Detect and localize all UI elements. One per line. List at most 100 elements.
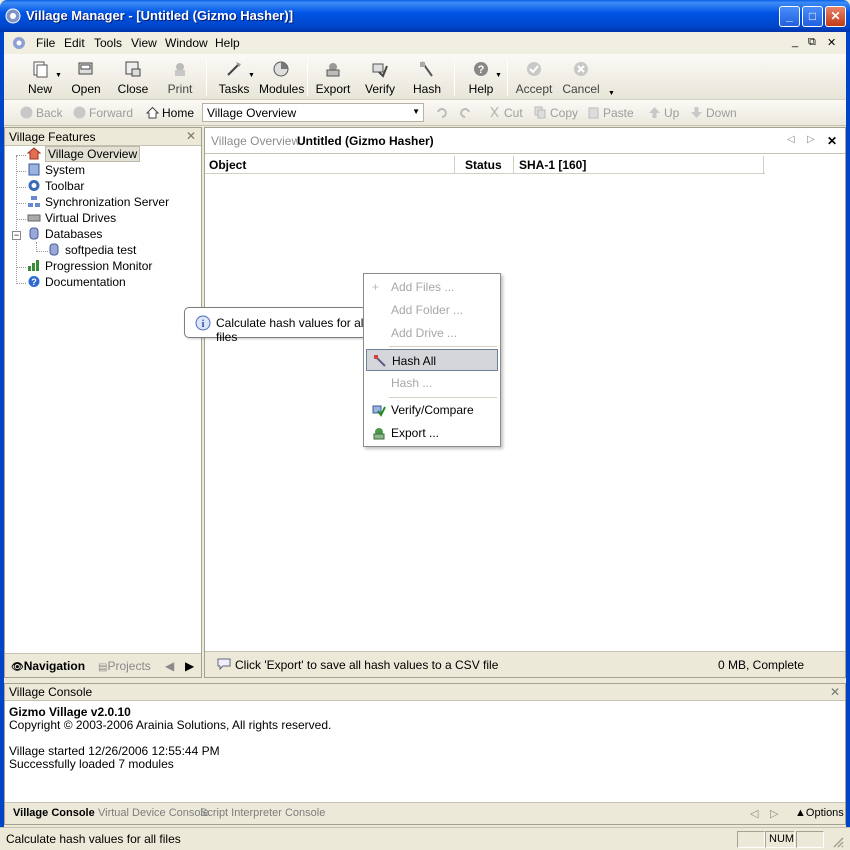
tab-projects[interactable]: ▤Projects bbox=[98, 659, 151, 673]
cut-button[interactable]: Cut bbox=[488, 106, 523, 120]
close-doc-button[interactable]: Close bbox=[111, 56, 155, 98]
tree-item-system[interactable]: System bbox=[27, 163, 85, 177]
tab-script-interpreter-console[interactable]: Script Interpreter Console bbox=[200, 807, 325, 819]
forward-button[interactable]: Forward bbox=[73, 106, 133, 120]
close-document-button[interactable]: ✕ bbox=[827, 134, 837, 148]
export-button[interactable]: Export bbox=[311, 56, 355, 98]
title-bar[interactable]: Village Manager - [Untitled (Gizmo Hashe… bbox=[0, 0, 850, 32]
tree-item-village-overview[interactable]: Village Overview bbox=[27, 146, 141, 162]
menu-export[interactable]: Export ... bbox=[366, 422, 498, 444]
app-icon[interactable] bbox=[5, 8, 21, 24]
menu-separator bbox=[389, 397, 497, 398]
tree-item-virtual-drives[interactable]: Virtual Drives bbox=[27, 211, 116, 225]
menu-verify-compare[interactable]: Verify/Compare bbox=[366, 399, 498, 421]
menu-edit[interactable]: Edit bbox=[64, 36, 85, 50]
doc-icon[interactable] bbox=[12, 36, 26, 50]
tab-village-overview[interactable]: Village Overview bbox=[211, 134, 300, 148]
svg-text:?: ? bbox=[31, 277, 37, 287]
console-line: Gizmo Village v2.0.10 bbox=[9, 705, 131, 719]
home-icon bbox=[146, 106, 159, 119]
mdi-minimize-button[interactable]: _ bbox=[792, 36, 798, 48]
tree-item-documentation[interactable]: ? Documentation bbox=[27, 275, 126, 289]
back-label: Back bbox=[36, 106, 63, 120]
databases-collapse-toggle[interactable]: − bbox=[12, 231, 21, 240]
resize-grip-icon[interactable] bbox=[832, 836, 844, 848]
column-separator[interactable] bbox=[513, 156, 514, 174]
tabs-prev-button[interactable]: ◁ bbox=[787, 134, 795, 145]
up-button[interactable]: Up bbox=[648, 106, 679, 120]
pane-close-button[interactable]: ✕ bbox=[186, 129, 196, 143]
tree-label: Progression Monitor bbox=[45, 259, 153, 273]
tabs-scroll-right-button[interactable]: ▶ bbox=[185, 659, 194, 673]
tree-label: Toolbar bbox=[45, 179, 85, 193]
tab-village-console[interactable]: Village Console bbox=[13, 807, 95, 819]
tasks-dropdown-icon[interactable]: ▼ bbox=[248, 72, 255, 79]
close-doc-label: Close bbox=[117, 82, 149, 96]
paste-icon bbox=[588, 107, 599, 119]
column-separator[interactable] bbox=[454, 156, 455, 174]
print-button[interactable]: Print bbox=[158, 56, 202, 98]
paste-button[interactable]: Paste bbox=[587, 106, 634, 120]
verify-button[interactable]: Verify bbox=[358, 56, 402, 98]
cancel-label: Cancel bbox=[562, 82, 600, 96]
menu-hash-all[interactable]: Hash All bbox=[366, 349, 498, 371]
column-status[interactable]: Status bbox=[465, 158, 502, 172]
hash-all-icon bbox=[374, 355, 386, 367]
back-button[interactable]: Back bbox=[20, 106, 63, 120]
modules-button[interactable]: Modules bbox=[259, 56, 304, 98]
window-frame-right bbox=[846, 32, 850, 850]
column-sha1[interactable]: SHA-1 [160] bbox=[519, 158, 586, 172]
console-close-button[interactable]: ✕ bbox=[830, 685, 840, 699]
menu-add-folder[interactable]: Add Folder ... bbox=[366, 299, 498, 321]
minimize-button[interactable]: _ bbox=[779, 6, 800, 27]
tabs-scroll-left-button[interactable]: ◀ bbox=[165, 659, 174, 673]
tree-item-toolbar[interactable]: Toolbar bbox=[27, 179, 84, 193]
pane-footer-tabs: 👁Navigation ▤Projects ◀ ▶ bbox=[5, 653, 201, 677]
tree-item-databases[interactable]: Databases bbox=[27, 227, 102, 241]
cancel-button[interactable]: Cancel bbox=[559, 56, 603, 98]
down-arrow-icon bbox=[691, 107, 702, 118]
tree-item-synchronization-server[interactable]: Synchronization Server bbox=[27, 195, 169, 209]
new-dropdown-icon[interactable]: ▼ bbox=[55, 72, 62, 79]
tree-item-softpedia-test[interactable]: softpedia test bbox=[47, 243, 136, 257]
tabs-next-button[interactable]: ▷ bbox=[807, 134, 815, 145]
menu-window[interactable]: Window bbox=[165, 36, 208, 50]
accept-button[interactable]: Accept bbox=[512, 56, 556, 98]
menu-file[interactable]: File bbox=[36, 36, 55, 50]
tooltip-text: Calculate hash values for all files bbox=[216, 316, 367, 344]
tree-label: softpedia test bbox=[65, 243, 137, 257]
toolbar-separator bbox=[307, 58, 308, 96]
menu-add-drive[interactable]: Add Drive ... bbox=[366, 322, 498, 344]
down-button[interactable]: Down bbox=[690, 106, 737, 120]
tab-untitled-gizmo-hasher[interactable]: Untitled (Gizmo Hasher) bbox=[297, 134, 434, 148]
console-tabs-next-button[interactable]: ▷ bbox=[770, 807, 778, 820]
redo-button[interactable] bbox=[458, 106, 474, 120]
menu-label: Add Drive ... bbox=[391, 326, 458, 340]
open-button[interactable]: Open bbox=[64, 56, 108, 98]
copy-button[interactable]: Copy bbox=[534, 106, 578, 120]
hash-button[interactable]: Hash bbox=[405, 56, 449, 98]
close-window-button[interactable]: ✕ bbox=[825, 6, 846, 27]
menu-view[interactable]: View bbox=[131, 36, 157, 50]
mdi-restore-button[interactable]: ⧉ bbox=[808, 36, 816, 49]
console-tabs-prev-button[interactable]: ◁ bbox=[750, 807, 758, 820]
address-dropdown-icon[interactable]: ▼ bbox=[412, 107, 420, 116]
tab-navigation[interactable]: 👁Navigation bbox=[11, 659, 85, 673]
tree-item-progression-monitor[interactable]: Progression Monitor bbox=[27, 259, 152, 273]
help-dropdown-icon[interactable]: ▼ bbox=[495, 72, 502, 79]
column-separator[interactable] bbox=[763, 156, 764, 174]
menu-help[interactable]: Help bbox=[215, 36, 240, 50]
toolbar-overflow-icon[interactable]: ▼ bbox=[608, 90, 615, 97]
menu-hash[interactable]: Hash ... bbox=[366, 372, 498, 394]
mdi-close-button[interactable]: ✕ bbox=[827, 36, 836, 49]
maximize-button[interactable]: □ bbox=[802, 6, 823, 27]
menu-tools[interactable]: Tools bbox=[94, 36, 122, 50]
address-combo[interactable]: Village Overview ▼ bbox=[202, 103, 424, 122]
column-object[interactable]: Object bbox=[209, 158, 246, 172]
undo-button[interactable] bbox=[436, 106, 452, 120]
tab-virtual-device-console[interactable]: Virtual Device Console bbox=[98, 807, 209, 819]
document-tabs: Village Overview Untitled (Gizmo Hasher)… bbox=[205, 128, 845, 154]
home-button[interactable]: Home bbox=[146, 106, 194, 120]
console-options-button[interactable]: ▲Options bbox=[795, 807, 844, 819]
menu-add-files[interactable]: + Add Files ... bbox=[366, 276, 498, 298]
